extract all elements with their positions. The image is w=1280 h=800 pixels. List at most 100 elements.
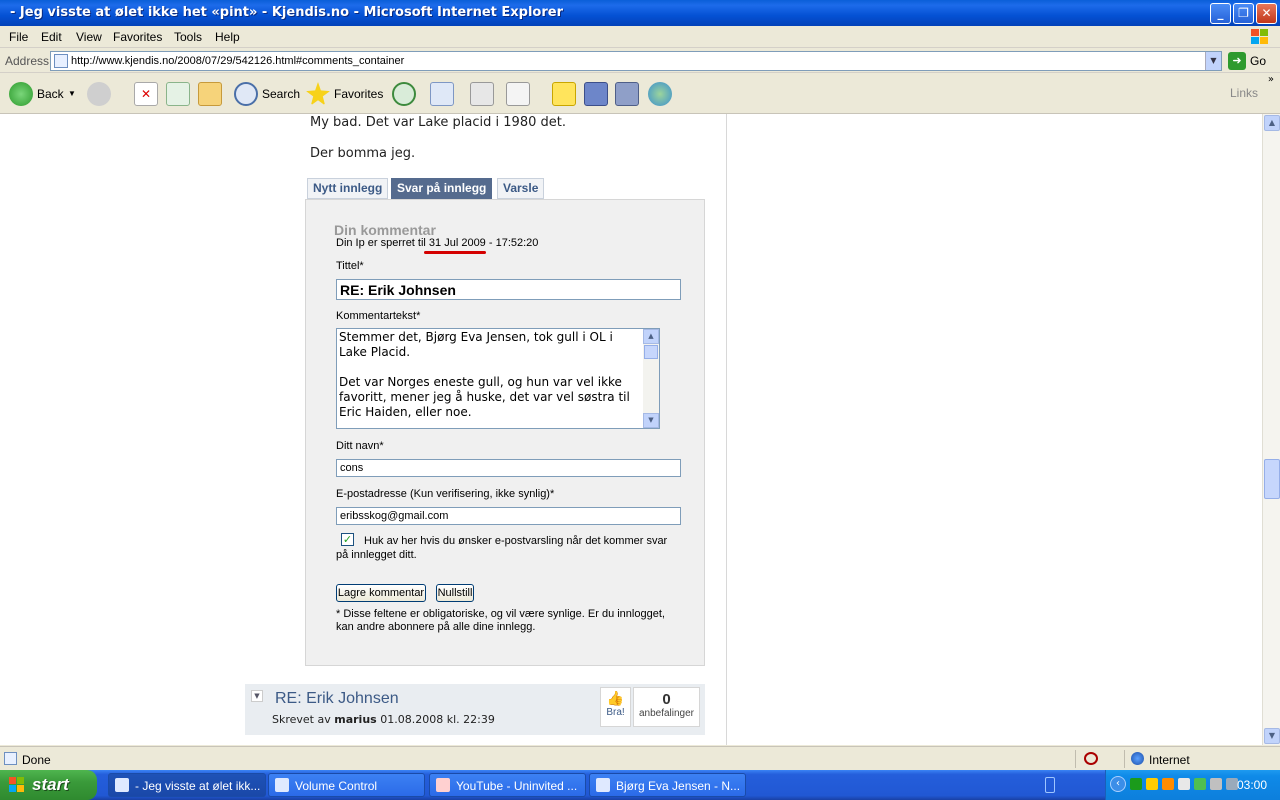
status-text: Done	[22, 753, 51, 767]
back-button[interactable]: Back ▼	[9, 80, 79, 108]
address-dropdown-icon[interactable]: ▼	[1205, 52, 1221, 70]
name-input[interactable]: cons	[336, 459, 681, 477]
print-button[interactable]	[470, 80, 494, 108]
comment-textarea[interactable]: Stemmer det, Bjørg Eva Jensen, tok gull …	[336, 328, 660, 429]
media-button[interactable]	[615, 80, 639, 108]
tab-report[interactable]: Varsle	[497, 178, 545, 199]
taskbar-item-youtube[interactable]: YouTube - Uninvited ...	[429, 773, 586, 797]
back-dropdown-icon[interactable]: ▼	[68, 89, 76, 98]
taskbar-item-volume[interactable]: Volume Control	[268, 773, 425, 797]
history-icon	[392, 82, 416, 106]
clock[interactable]: 03:00	[1237, 778, 1267, 792]
windows-logo-icon	[1251, 29, 1268, 44]
address-label: Address	[5, 54, 50, 68]
address-input[interactable]: http://www.kjendis.no/2008/07/29/542126.…	[50, 51, 1222, 71]
status-bar: Done Internet	[0, 746, 1280, 770]
red-underline-annotation	[424, 251, 486, 254]
ip-note-time: - 17:52:20	[485, 237, 539, 249]
research-icon	[584, 82, 608, 106]
collapse-icon[interactable]: ▼	[251, 690, 263, 702]
notify-checkbox[interactable]: ✓	[341, 533, 354, 546]
comment-author: marius	[334, 713, 377, 726]
title-bar: - Jeg visste at ølet ikke het «pint» - K…	[0, 0, 1280, 26]
internet-zone-icon	[1131, 752, 1144, 765]
history-button[interactable]	[392, 80, 416, 108]
links-label[interactable]: Links	[1230, 86, 1258, 100]
home-button[interactable]	[198, 80, 222, 108]
comment-title[interactable]: RE: Erik Johnsen	[275, 690, 399, 708]
search-label: Search	[262, 87, 301, 101]
comment-text: Stemmer det, Bjørg Eva Jensen, tok gull …	[339, 330, 630, 419]
discuss-button[interactable]	[552, 80, 576, 108]
like-label: Bra!	[606, 707, 625, 718]
scroll-down-icon[interactable]: ▼	[1264, 728, 1280, 744]
minimize-button[interactable]: _	[1210, 3, 1231, 24]
note-icon	[552, 82, 576, 106]
page-status-icon	[4, 752, 17, 765]
language-icon[interactable]	[1045, 777, 1055, 793]
forward-arrow-icon	[87, 82, 111, 106]
taskbar-item-bjorg[interactable]: Bjørg Eva Jensen - N...	[589, 773, 746, 797]
menu-file[interactable]: File	[9, 30, 28, 44]
menu-help[interactable]: Help	[215, 30, 240, 44]
form-heading: Din kommentar	[334, 222, 436, 238]
page-scroll-thumb[interactable]	[1264, 459, 1280, 499]
favorites-label: Favorites	[334, 87, 384, 101]
comment-byline: Skrevet av marius 01.08.2008 kl. 22:39	[272, 713, 495, 726]
taskbar-item-ie[interactable]: - Jeg visste at ølet ikk...	[108, 773, 266, 797]
post-text-line: Der bomma jeg.	[310, 146, 416, 161]
edit-button[interactable]	[506, 80, 546, 108]
save-comment-button[interactable]: Lagre kommentar	[336, 584, 426, 602]
close-button[interactable]: ✕	[1256, 3, 1277, 24]
messenger-button[interactable]	[648, 80, 672, 108]
like-button[interactable]: 👍 Bra!	[600, 687, 631, 727]
tray-icon[interactable]	[1210, 778, 1222, 790]
forward-button[interactable]	[87, 80, 123, 108]
tray-icon[interactable]	[1146, 778, 1158, 790]
reset-button[interactable]: Nullstill	[436, 584, 474, 602]
tab-new-post[interactable]: Nytt innlegg	[307, 178, 389, 199]
refresh-button[interactable]	[166, 80, 190, 108]
menu-favorites[interactable]: Favorites	[113, 30, 162, 44]
email-label: E-postadresse (Kun verifisering, ikke sy…	[336, 488, 555, 500]
scroll-up-icon[interactable]: ▲	[1264, 115, 1280, 131]
favorites-star-icon	[306, 82, 330, 106]
scroll-up-icon[interactable]: ▲	[643, 329, 659, 344]
menu-view[interactable]: View	[76, 30, 102, 44]
system-tray: ‹ 03:00	[1105, 770, 1280, 800]
messenger-icon	[648, 82, 672, 106]
scroll-down-icon[interactable]: ▼	[643, 413, 659, 428]
privacy-report-icon[interactable]	[1084, 752, 1098, 765]
thumbs-up-icon: 👍	[606, 690, 625, 706]
required-fields-note: * Disse feltene er obligatoriske, og vil…	[336, 608, 665, 633]
tray-icon[interactable]	[1194, 778, 1206, 790]
textarea-scrollbar[interactable]: ▲ ▼	[643, 329, 659, 428]
comment-date: 01.08.2008 kl. 22:39	[376, 713, 495, 726]
start-button[interactable]: start	[0, 770, 97, 800]
comment-form: Din kommentar Din Ip er sperret til 31 J…	[305, 199, 705, 666]
page-scrollbar[interactable]: ▲ ▼	[1262, 114, 1280, 745]
favorites-button[interactable]: Favorites	[306, 80, 384, 108]
tray-icon[interactable]	[1162, 778, 1174, 790]
tray-icon[interactable]	[1178, 778, 1190, 790]
maximize-button[interactable]: ❐	[1233, 3, 1254, 24]
tray-icon[interactable]	[1130, 778, 1142, 790]
research-button[interactable]	[584, 80, 608, 108]
page-icon	[54, 54, 68, 68]
menu-tools[interactable]: Tools	[174, 30, 202, 44]
mail-button[interactable]	[430, 80, 466, 108]
stop-button[interactable]: ✕	[134, 80, 158, 108]
email-input[interactable]: eribsskog@gmail.com	[336, 507, 681, 525]
search-button[interactable]: Search	[234, 80, 300, 108]
title-input[interactable]: RE: Erik Johnsen	[336, 279, 681, 300]
toolbar-overflow-icon[interactable]: »	[1268, 74, 1274, 85]
youtube-icon	[436, 778, 450, 792]
tab-reply[interactable]: Svar på innlegg	[391, 178, 493, 199]
show-hidden-icons-icon[interactable]: ‹	[1110, 776, 1126, 792]
back-label: Back	[37, 87, 64, 101]
go-button[interactable]: ➜ Go	[1228, 52, 1276, 70]
textarea-scroll-thumb[interactable]	[644, 345, 658, 359]
menu-edit[interactable]: Edit	[41, 30, 62, 44]
ip-block-note: Din Ip er sperret til 31 Jul 2009 - 17:5…	[336, 237, 538, 249]
ip-note-prefix: Din Ip er sperret til	[336, 237, 429, 249]
